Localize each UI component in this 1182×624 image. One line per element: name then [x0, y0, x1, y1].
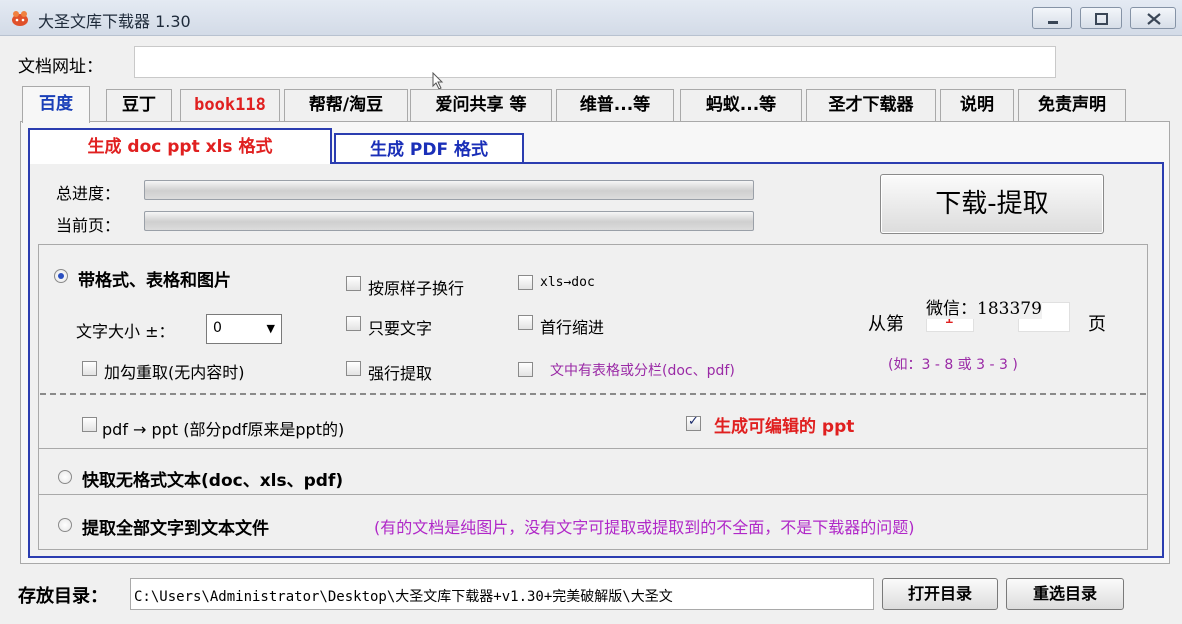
tab-shengcai[interactable]: 圣才下载器: [806, 89, 936, 122]
wechat-overlay-text: 微信：183379: [926, 294, 1042, 319]
window-title: 大圣文库下载器 1.30: [38, 12, 191, 31]
chevron-down-icon: ▼: [266, 322, 275, 335]
text-only-label: 只要文字: [368, 319, 433, 338]
extract-all-label: 提取全部文字到文本文件: [82, 519, 269, 539]
page-unit-label: 页: [1088, 314, 1106, 335]
minimize-button[interactable]: [1032, 7, 1072, 29]
current-page-progress-bar: [144, 211, 754, 231]
subtab-pdf[interactable]: 生成 PDF 格式: [334, 133, 524, 165]
recheck-checkbox[interactable]: [82, 361, 97, 376]
quick-text-label: 快取无格式文本(doc、xls、pdf): [82, 471, 344, 491]
with-format-label: 带格式、表格和图片: [78, 271, 231, 291]
xls-to-doc-label: xls→doc: [540, 275, 595, 290]
close-icon: [1147, 13, 1161, 25]
pdf-to-ppt-label: pdf → ppt (部分pdf原来是ppt的): [102, 420, 345, 439]
font-size-value: 0: [213, 320, 222, 336]
app-logo-icon: [12, 11, 28, 26]
text-only-checkbox[interactable]: [346, 316, 361, 331]
page-from-label: 从第: [868, 314, 904, 335]
divider: [39, 494, 1147, 495]
dashed-divider: [40, 393, 1146, 395]
editable-ppt-checkbox[interactable]: [686, 414, 701, 431]
minimize-icon: [1048, 21, 1058, 24]
current-page-label: 当前页：: [56, 216, 121, 235]
tab-book118[interactable]: book118: [180, 89, 280, 122]
tab-disclaimer[interactable]: 免责声明: [1018, 89, 1126, 122]
table-column-label: 文中有表格或分栏(doc、pdf): [550, 363, 735, 379]
download-extract-button[interactable]: 下载-提取: [880, 174, 1104, 234]
table-column-checkbox[interactable]: [518, 362, 533, 377]
tab-iask[interactable]: 爱问共享 等: [410, 89, 552, 122]
tab-docin[interactable]: 豆丁: [106, 89, 172, 122]
close-button[interactable]: [1130, 7, 1176, 29]
force-extract-label: 强行提取: [368, 364, 433, 383]
tab-bangbang-taodou[interactable]: 帮帮/淘豆: [284, 89, 408, 122]
font-size-label: 文字大小 ±：: [76, 322, 175, 341]
save-dir-label: 存放目录：: [18, 586, 108, 607]
pdf-to-ppt-checkbox[interactable]: [82, 417, 97, 432]
open-dir-button[interactable]: 打开目录: [882, 578, 998, 610]
save-dir-value: C:\Users\Administrator\Desktop\大圣文库下载器+v…: [134, 589, 673, 605]
with-format-radio[interactable]: [54, 269, 68, 283]
tab-baidu[interactable]: 百度: [22, 86, 90, 123]
extract-note: (有的文档是纯图片，没有文字可提取或提取到的不全面，不是下载器的问题): [374, 518, 915, 537]
tab-weipu[interactable]: 维普...等: [556, 89, 674, 122]
recheck-label: 加勾重取(无内容时): [104, 363, 245, 382]
keep-linebreak-checkbox[interactable]: [346, 276, 361, 291]
maximize-button[interactable]: [1080, 7, 1122, 29]
tab-mayi[interactable]: 蚂蚁...等: [680, 89, 802, 122]
editable-ppt-label: 生成可编辑的 ppt: [714, 417, 855, 437]
divider: [39, 448, 1147, 449]
first-line-indent-label: 首行缩进: [540, 318, 605, 337]
maximize-icon: [1095, 13, 1108, 25]
page-range-example: (如：3 - 8 或 3 - 3 ): [888, 357, 1018, 373]
url-input[interactable]: [134, 46, 1056, 78]
subtab-doc-ppt-xls[interactable]: 生成 doc ppt xls 格式: [28, 128, 332, 164]
tab-help[interactable]: 说明: [940, 89, 1014, 122]
total-progress-bar: [144, 180, 754, 200]
total-progress-label: 总进度：: [56, 184, 121, 203]
first-line-indent-checkbox[interactable]: [518, 315, 533, 330]
save-dir-input[interactable]: C:\Users\Administrator\Desktop\大圣文库下载器+v…: [130, 578, 874, 610]
xls-to-doc-checkbox[interactable]: [518, 275, 533, 290]
force-extract-checkbox[interactable]: [346, 361, 361, 376]
extract-all-radio[interactable]: [58, 518, 72, 532]
keep-linebreak-label: 按原样子换行: [368, 279, 465, 298]
quick-text-radio[interactable]: [58, 470, 72, 484]
url-label: 文档网址：: [18, 57, 103, 77]
reselect-dir-button[interactable]: 重选目录: [1006, 578, 1124, 610]
mouse-cursor-icon: [432, 72, 444, 90]
font-size-select[interactable]: 0 ▼: [206, 314, 282, 344]
